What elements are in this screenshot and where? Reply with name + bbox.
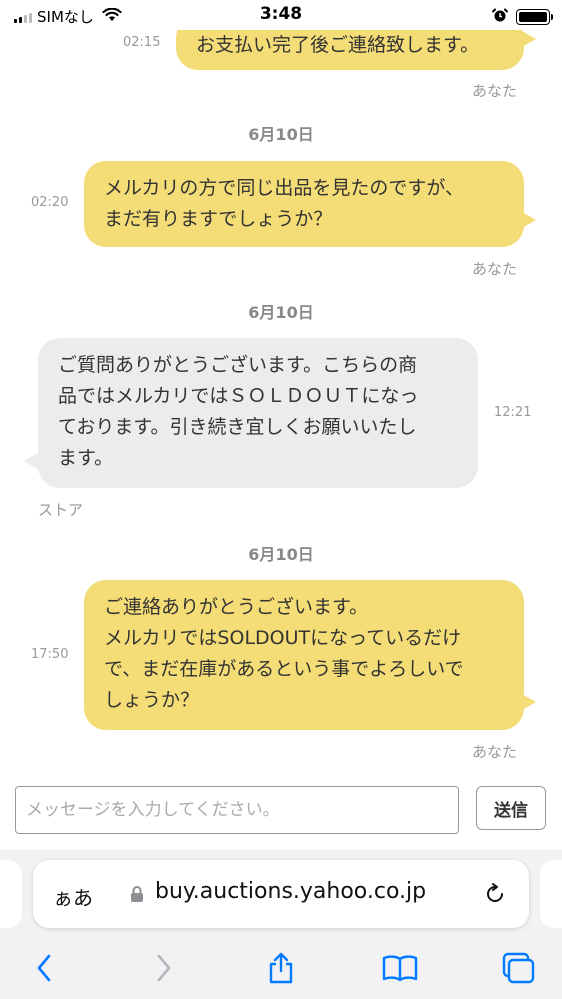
reload-icon[interactable] [482,881,508,911]
bubble-tail [522,212,536,228]
chat-history[interactable]: お支払い完了後ご連絡致します。 02:15 あなた 6月10日 メルカリの方で同… [0,0,562,775]
message-line: ております。引き続き宜しくお願いいたし [58,416,417,438]
date-separator: 6月10日 [248,125,314,144]
message-line: 品ではメルカリではＳＯＬＤＯＵＴになっ [58,385,419,407]
message-input[interactable] [15,786,459,834]
battery-icon [516,9,553,25]
previous-tab-preview[interactable] [0,860,22,928]
message-sender: ストア [38,501,84,519]
bubble-tail [522,694,536,710]
forward-icon[interactable] [144,948,184,988]
date-separator: 6月10日 [248,303,314,322]
message-line: メルカリの方で同じ出品を見たのですが、 [104,177,465,199]
tabs-icon[interactable] [496,948,540,988]
status-right [492,7,553,27]
message-composer: 送信 [0,775,562,850]
status-bar: SIMなし 3:48 [0,0,562,30]
message-sender: あなた [472,82,518,100]
status-time: 3:48 [259,4,303,24]
page-settings-button[interactable]: ぁあ [53,882,93,911]
message-time: 02:20 [31,195,69,210]
message-line: まだ有りますでしょうか？ [104,208,333,230]
bubble-tail [522,31,536,47]
browser-bottom-bar: ぁあ buy.auctions.yahoo.co.jp [0,850,562,999]
message-line: ご質問ありがとうございます。こちらの商 [58,354,418,376]
message-line: で、まだ在庫があるという事でよろしいで [104,658,464,680]
address-bar[interactable]: ぁあ buy.auctions.yahoo.co.jp [33,860,529,928]
message-bubble-me: ご連絡ありがとうございます。 メルカリではSOLDOUTになっているだけ で、ま… [84,580,524,730]
message-sender: あなた [472,260,518,278]
message-time: 02:15 [123,35,161,50]
send-button[interactable]: 送信 [476,786,546,830]
message-time: 12:21 [494,405,532,420]
bookmarks-icon[interactable] [378,948,422,988]
message-line: メルカリではSOLDOUTになっているだけ [104,627,462,649]
date-separator: 6月10日 [248,545,314,564]
message-line: ます。 [58,447,114,469]
message-bubble-store: ご質問ありがとうございます。こちらの商 品ではメルカリではＳＯＬＤＯＵＴになっ … [38,338,478,488]
message-time: 17:50 [31,647,69,662]
url-text[interactable]: buy.auctions.yahoo.co.jp [155,879,426,904]
message-bubble-me: メルカリの方で同じ出品を見たのですが、 まだ有りますでしょうか？ [84,161,524,247]
next-tab-preview[interactable] [540,860,562,928]
message-sender: あなた [472,743,518,761]
share-icon[interactable] [261,948,301,988]
browser-toolbar [0,948,562,988]
alarm-icon [492,7,508,27]
back-icon[interactable] [24,948,64,988]
bubble-tail [24,453,38,469]
message-line: ご連絡ありがとうございます。 [104,596,369,618]
message-line: お支払い完了後ご連絡致します。 [196,34,480,56]
message-line: しょうか？ [104,689,200,711]
lock-icon [130,885,144,907]
